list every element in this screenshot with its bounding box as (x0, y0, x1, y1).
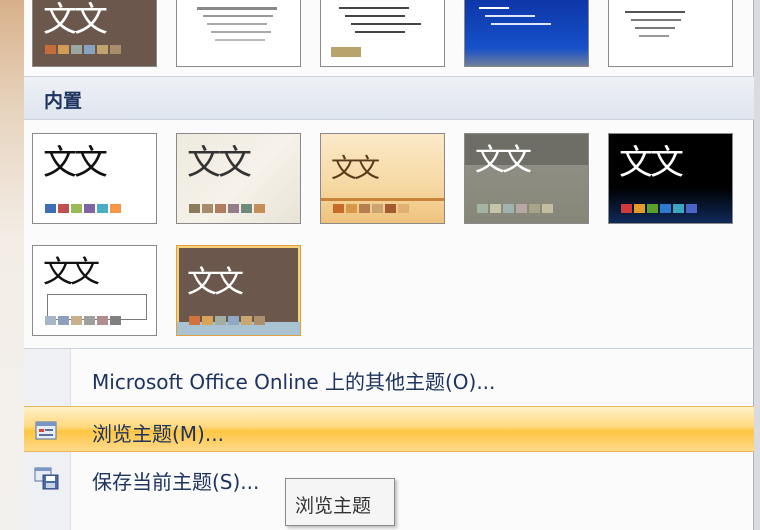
theme-thumbnail-top-2[interactable] (176, 0, 301, 67)
theme-thumbnail-top-3[interactable] (320, 0, 445, 67)
theme-thumbnail-4[interactable]: 文文 (464, 133, 589, 224)
theme-thumbnail-6[interactable]: 文文 (32, 245, 157, 336)
save-theme-icon (34, 467, 59, 490)
theme-sample-text: 文文 (43, 255, 100, 290)
browse-theme-icon (35, 421, 57, 440)
panel-scroll-edge (754, 0, 760, 530)
menu-item-label: 浏览主题(M)... (92, 422, 224, 446)
theme-sample-text: 文文 (43, 143, 108, 183)
theme-thumbnail-top-4[interactable] (464, 0, 589, 67)
background-document-edge (0, 0, 24, 530)
menu-item-label: Microsoft Office Online 上的其他主题(O)... (92, 370, 496, 394)
theme-thumbnail-office[interactable]: 文文 (32, 133, 157, 224)
menu-separator (24, 348, 754, 349)
theme-thumbnail-7-current[interactable]: 文文 (176, 245, 301, 336)
menu-item-online-themes[interactable]: Microsoft Office Online 上的其他主题(O)... (24, 355, 754, 401)
tooltip: 浏览主题 (285, 478, 395, 526)
theme-sample-text: 文文 (187, 265, 244, 300)
theme-sample-text: 文文 (475, 143, 532, 178)
theme-sample-text: 文文 (331, 154, 380, 184)
tooltip-text: 浏览主题 (295, 495, 372, 517)
section-header-builtin: 内置 (24, 76, 754, 120)
theme-sample-text: 文文 (43, 0, 108, 40)
theme-sample-text: 文文 (619, 143, 684, 183)
menu-item-browse-themes[interactable]: 浏览主题(M)... (24, 406, 754, 452)
theme-thumbnail-top-5[interactable] (608, 0, 733, 67)
theme-thumbnail-2[interactable]: 文文 (176, 133, 301, 224)
theme-thumbnail-top-1[interactable]: 文文 (32, 0, 157, 67)
theme-thumbnail-5[interactable]: 文文 (608, 133, 733, 224)
theme-sample-text: 文文 (187, 143, 252, 183)
section-title: 内置 (44, 90, 83, 112)
menu-item-label: 保存当前主题(S)... (92, 470, 260, 494)
theme-thumbnail-3[interactable]: 文文 (320, 133, 445, 224)
